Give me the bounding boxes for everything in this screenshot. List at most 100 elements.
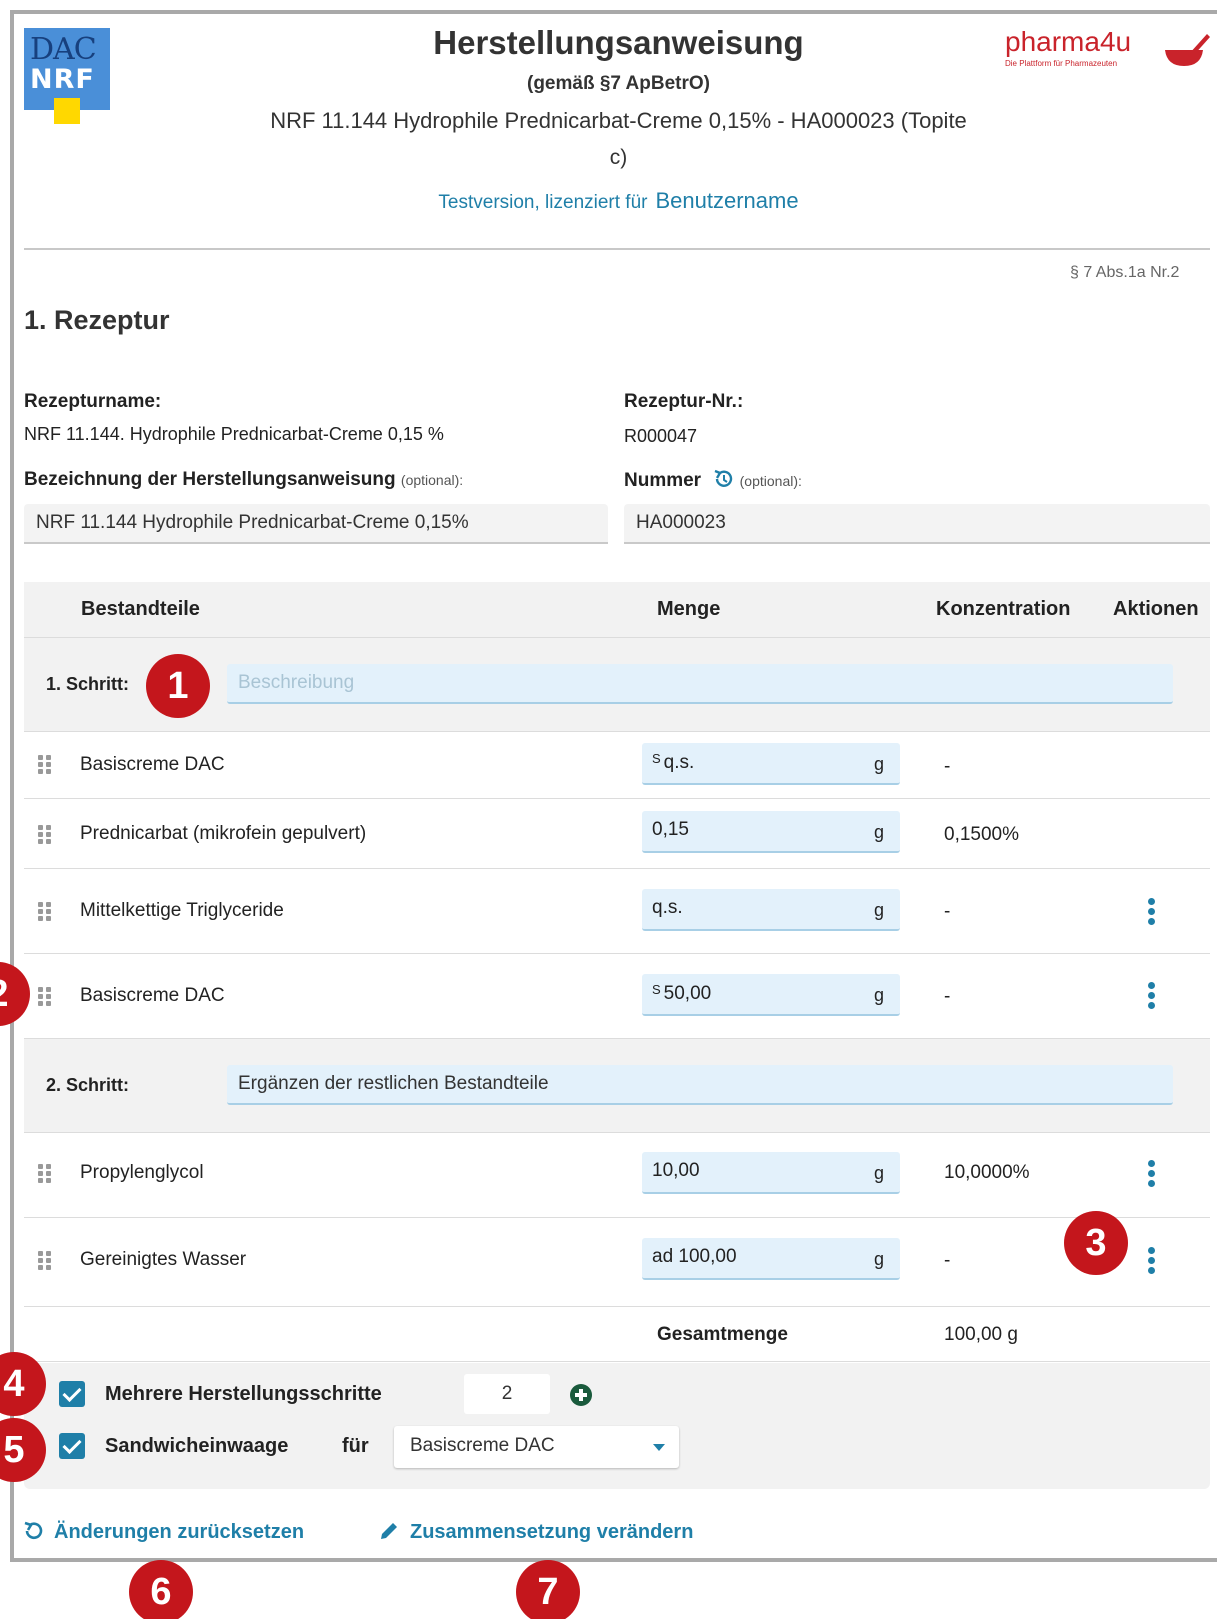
ingredient-name: Propylenglycol	[80, 1162, 204, 1183]
sandwich-ingredient-select[interactable]: Basiscreme DAC	[394, 1426, 679, 1468]
quantity-input[interactable]: ad 100,00 g	[642, 1238, 900, 1280]
nummer-label: Nummer (optional):	[624, 469, 802, 492]
ingredient-row: Mittelkettige Triglyceride q.s. g -	[24, 869, 1210, 954]
concentration-value: -	[944, 1250, 951, 1271]
quantity-unit: g	[873, 985, 884, 1005]
step-1-description-input[interactable]: Beschreibung	[227, 664, 1173, 704]
step-2-row: 2. Schritt: Ergänzen der restlichen Best…	[24, 1039, 1210, 1133]
drag-handle-icon[interactable]	[38, 755, 52, 775]
brand-name: pharma4u	[1005, 26, 1132, 57]
quantity-value: q.s.	[652, 897, 683, 918]
ingredient-row: Propylenglycol 10,00 g 10,0000%	[24, 1133, 1210, 1218]
callout-badge-1: 1	[146, 654, 210, 718]
quantity-unit: g	[873, 900, 884, 920]
quantity-input[interactable]: q.s. g	[642, 889, 900, 931]
nummer-label-text: Nummer	[624, 470, 702, 491]
options-panel: Mehrere Herstellungsschritte 2 Sandwiche…	[24, 1363, 1210, 1489]
ingredient-row: Basiscreme DAC Sq.s. g -	[24, 732, 1210, 799]
concentration-value: -	[944, 756, 951, 777]
history-icon[interactable]	[712, 469, 734, 489]
more-actions-icon[interactable]	[1147, 898, 1155, 926]
callout-badge-3: 3	[1064, 1211, 1128, 1275]
quantity-unit: g	[873, 1163, 884, 1183]
quantity-unit: g	[873, 754, 884, 774]
total-value: 100,00 g	[944, 1324, 1018, 1345]
quantity-input[interactable]: 0,15 g	[642, 811, 900, 853]
quantity-prefix: S	[652, 751, 661, 766]
designation-optional: (optional):	[400, 472, 464, 488]
total-row: Gesamtmenge 100,00 g	[24, 1307, 1210, 1362]
quantity-input[interactable]: Sq.s. g	[642, 743, 900, 785]
header-menge: Menge	[657, 598, 721, 620]
quantity-value: q.s.	[663, 752, 695, 773]
quantity-input[interactable]: 10,00 g	[642, 1152, 900, 1194]
add-step-icon[interactable]	[570, 1384, 592, 1406]
ingredients-table-header: Bestandteile Menge Konzentration Aktione…	[24, 582, 1210, 638]
drag-handle-icon[interactable]	[38, 902, 52, 922]
quantity-value: 50,00	[663, 983, 712, 1004]
document-name-line2: c)	[609, 146, 628, 169]
nummer-optional: (optional):	[739, 473, 802, 489]
recipe-name-label: Rezepturname:	[24, 391, 162, 412]
change-composition-label: Zusammensetzung verändern	[410, 1521, 694, 1543]
quantity-value: 0,15	[652, 819, 689, 840]
designation-label-text: Bezeichnung der Herstellungsanweisung	[24, 469, 396, 490]
reset-changes-label: Änderungen zurücksetzen	[54, 1521, 305, 1543]
quantity-unit: g	[873, 1249, 884, 1269]
ingredient-row: Basiscreme DAC S 50,00 g -	[24, 954, 1210, 1039]
header-konzentration: Konzentration	[936, 598, 1071, 620]
concentration-value: 10,0000%	[944, 1162, 1030, 1183]
sandwich-label: Sandwicheinwaage	[105, 1435, 289, 1457]
nummer-input[interactable]: HA000023	[624, 504, 1210, 544]
concentration-value: 0,1500%	[944, 824, 1020, 845]
more-actions-icon[interactable]	[1147, 1247, 1155, 1275]
drag-handle-icon[interactable]	[38, 1164, 52, 1184]
more-actions-icon[interactable]	[1147, 982, 1155, 1010]
ingredient-row: Gereinigtes Wasser ad 100,00 g -	[24, 1218, 1210, 1307]
quantity-value: ad 100,00	[652, 1246, 737, 1267]
chevron-down-icon	[653, 1444, 665, 1451]
step-2-label: 2. Schritt:	[46, 1075, 130, 1095]
drag-handle-icon[interactable]	[38, 987, 52, 1007]
mortar-icon	[1165, 34, 1210, 66]
brand-tagline: Die Plattform für Pharmazeuten	[1005, 59, 1118, 68]
ingredient-name: Basiscreme DAC	[80, 754, 225, 775]
sandwich-checkbox[interactable]	[59, 1433, 85, 1459]
drag-handle-icon[interactable]	[38, 1251, 52, 1271]
ingredient-row: Prednicarbat (mikrofein gepulvert) 0,15 g…	[24, 799, 1210, 869]
quantity-value: 10,00	[652, 1160, 700, 1181]
multi-steps-checkbox[interactable]	[59, 1381, 85, 1407]
change-composition-link[interactable]: Zusammensetzung verändern	[378, 1520, 693, 1544]
quantity-unit: g	[873, 822, 884, 842]
header-aktionen: Aktionen	[1113, 598, 1199, 620]
reset-changes-link[interactable]: Änderungen zurücksetzen	[22, 1520, 304, 1544]
license-info: Testversion, lizenziert für Benutzername	[0, 188, 1217, 214]
total-label: Gesamtmenge	[657, 1324, 788, 1345]
recipe-number-label: Rezeptur-Nr.:	[624, 391, 744, 412]
ingredient-name: Prednicarbat (mikrofein gepulvert)	[80, 823, 367, 844]
step-1-label: 1. Schritt:	[46, 674, 130, 694]
ingredient-name: Mittelkettige Triglyceride	[80, 900, 284, 921]
ingredient-name: Basiscreme DAC	[80, 985, 225, 1006]
step-2-description-input[interactable]: Ergänzen der restlichen Bestandteile	[227, 1065, 1173, 1105]
header-divider	[24, 248, 1210, 250]
select-value: Basiscreme DAC	[410, 1435, 555, 1456]
quantity-input[interactable]: S 50,00 g	[642, 974, 900, 1016]
pencil-icon	[381, 1523, 397, 1539]
callout-badge-6: 6	[129, 1560, 193, 1619]
designation-label: Bezeichnung der Herstellungsanweisung (o…	[24, 469, 463, 491]
recipe-number-value: R000047	[624, 426, 698, 446]
step-count-input[interactable]: 2	[464, 1374, 550, 1414]
license-user-link[interactable]: Benutzername	[655, 188, 798, 213]
ingredient-name: Gereinigtes Wasser	[80, 1249, 247, 1270]
license-text: Testversion, lizenziert für	[438, 192, 648, 213]
concentration-value: -	[944, 901, 951, 922]
undo-icon	[24, 1521, 43, 1540]
document-name-line1: NRF 11.144 Hydrophile Prednicarbat-Creme…	[270, 108, 967, 133]
drag-handle-icon[interactable]	[38, 825, 52, 845]
more-actions-icon[interactable]	[1147, 1160, 1155, 1188]
page-subtitle: (gemäß §7 ApBetrO)	[527, 73, 710, 94]
callout-badge-7: 7	[516, 1560, 580, 1619]
designation-input[interactable]: NRF 11.144 Hydrophile Prednicarbat-Creme…	[24, 504, 608, 544]
quantity-prefix: S	[652, 982, 661, 997]
